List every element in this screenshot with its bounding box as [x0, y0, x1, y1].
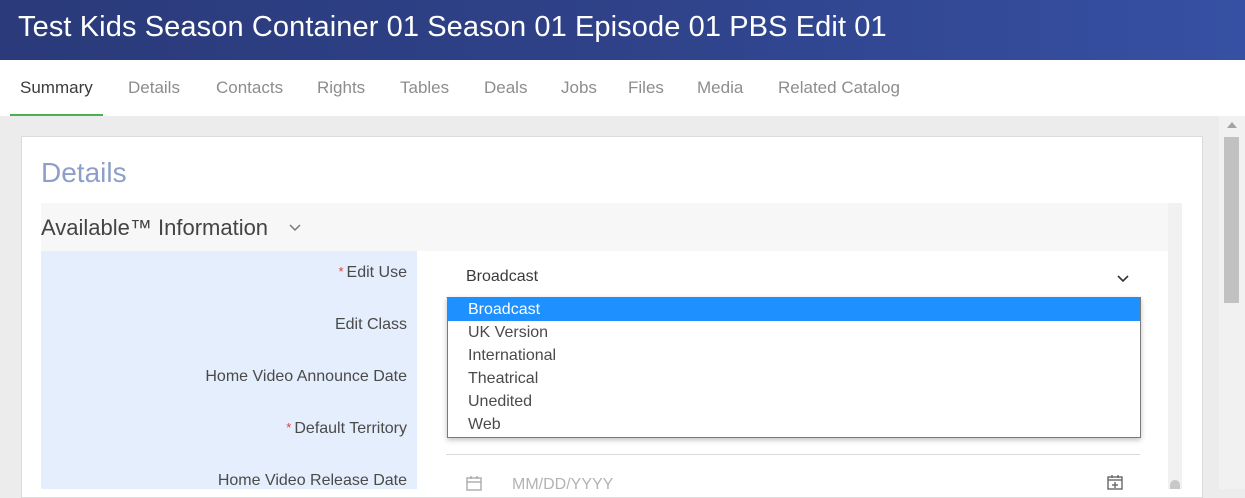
edit-use-dropdown[interactable]: Broadcast UK Version International Theat…	[447, 297, 1141, 438]
date-placeholder: MM/DD/YYYY	[512, 476, 614, 493]
tab-details[interactable]: Details	[128, 60, 180, 116]
card-title: Details	[41, 157, 127, 188]
tab-deals[interactable]: Deals	[484, 60, 527, 116]
section-scroll-thumb[interactable]	[1170, 480, 1180, 489]
tab-jobs[interactable]: Jobs	[561, 60, 597, 116]
tab-rights[interactable]: Rights	[317, 60, 365, 116]
option-web[interactable]: Web	[448, 413, 1140, 436]
home-video-announce-date-label: Home Video Announce Date	[205, 368, 407, 385]
field-divider	[446, 454, 1140, 455]
scrollbar-thumb[interactable]	[1224, 137, 1239, 303]
required-marker: *	[286, 420, 292, 435]
tab-media[interactable]: Media	[697, 60, 743, 116]
chevron-down-icon	[1117, 275, 1129, 283]
label-column: * Edit Use Edit Class Home Video Announce…	[41, 251, 417, 489]
calendar-add-icon[interactable]	[1106, 473, 1124, 491]
tab-bar: Summary Details Contacts Rights Tables D…	[0, 60, 1245, 116]
page-scrollbar[interactable]	[1219, 116, 1245, 489]
tab-summary[interactable]: Summary	[10, 60, 103, 116]
section-title: Available™ Information	[41, 215, 269, 240]
option-uk-version[interactable]: UK Version	[448, 321, 1140, 344]
required-marker: *	[338, 264, 344, 279]
section-header[interactable]: Available™ Information	[41, 203, 1168, 251]
scroll-up-arrow-icon[interactable]	[1227, 122, 1237, 128]
home-video-release-date-label: Home Video Release Date	[217, 472, 407, 489]
tab-contacts[interactable]: Contacts	[216, 60, 283, 116]
tab-files[interactable]: Files	[628, 60, 664, 116]
option-unedited[interactable]: Unedited	[448, 390, 1140, 413]
option-broadcast[interactable]: Broadcast	[448, 298, 1140, 321]
edit-use-label: * Edit Use	[338, 264, 407, 281]
calendar-icon[interactable]	[465, 474, 483, 492]
edit-use-value: Broadcast	[466, 268, 539, 285]
chevron-down-icon[interactable]	[287, 219, 303, 235]
page-title: Test Kids Season Container 01 Season 01 …	[18, 11, 887, 43]
home-video-release-date-field[interactable]: MM/DD/YYYY	[446, 466, 1140, 496]
app-header: Test Kids Season Container 01 Season 01 …	[0, 0, 1245, 60]
default-territory-label: * Default Territory	[286, 420, 407, 437]
section-scroll-track	[1168, 203, 1182, 489]
edit-use-select[interactable]: Broadcast	[446, 257, 1140, 298]
option-international[interactable]: International	[448, 344, 1140, 367]
edit-class-label: Edit Class	[334, 316, 407, 333]
tab-related-catalog[interactable]: Related Catalog	[778, 60, 900, 116]
option-theatrical[interactable]: Theatrical	[448, 367, 1140, 390]
tab-tables[interactable]: Tables	[400, 60, 449, 116]
